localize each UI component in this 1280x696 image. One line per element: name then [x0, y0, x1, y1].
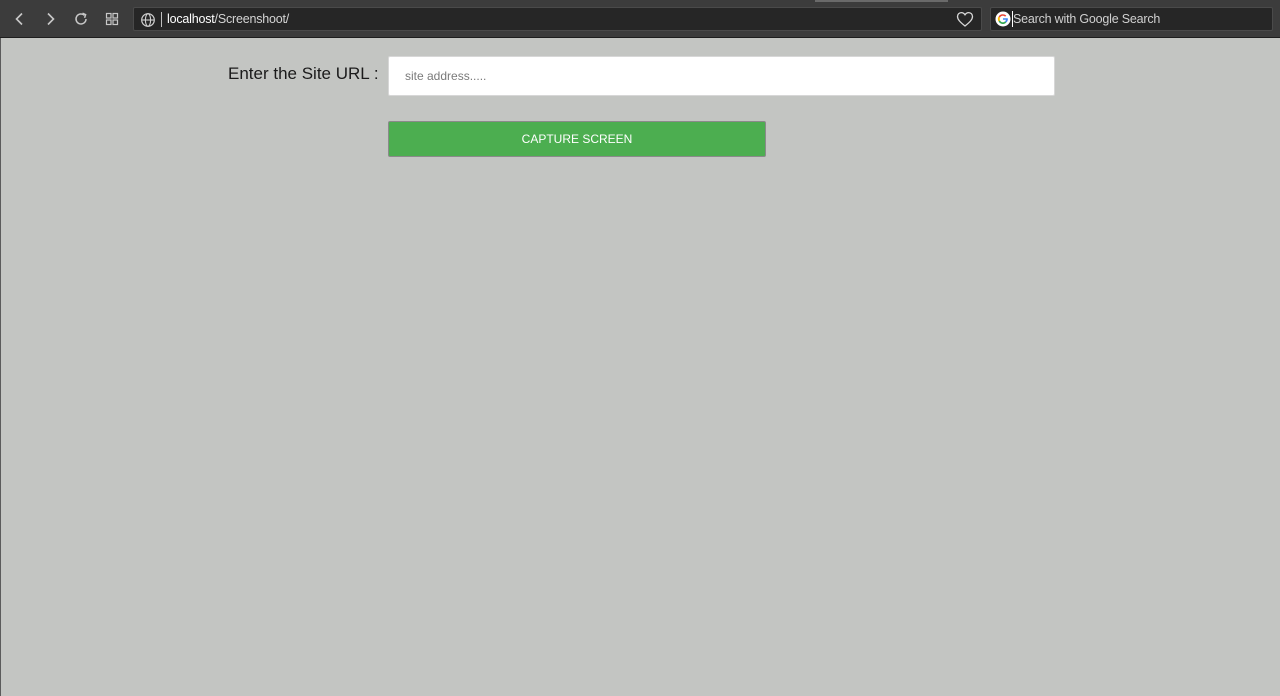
- google-icon: [995, 11, 1011, 27]
- tab-indicator: [815, 0, 948, 2]
- reload-icon: [75, 12, 87, 25]
- back-button[interactable]: [9, 8, 31, 30]
- reload-button[interactable]: [70, 8, 92, 30]
- forward-icon: [47, 12, 55, 26]
- speed-dial-icon: [105, 12, 119, 26]
- search-bar[interactable]: Search with Google Search: [990, 7, 1273, 31]
- address-separator: [161, 12, 162, 27]
- speed-dial-button[interactable]: [101, 8, 123, 30]
- address-path: /Screenshoot/: [214, 12, 290, 26]
- browser-toolbar: localhost/Screenshoot/ Search with Googl…: [0, 0, 1280, 38]
- site-url-label: Enter the Site URL :: [228, 64, 379, 83]
- address-host: localhost: [167, 12, 215, 26]
- globe-icon: [141, 13, 155, 27]
- site-url-input[interactable]: [388, 56, 1055, 96]
- capture-screen-button[interactable]: CAPTURE SCREEN: [388, 121, 766, 157]
- address-text[interactable]: localhost/Screenshoot/: [167, 11, 289, 28]
- search-placeholder[interactable]: Search with Google Search: [1013, 11, 1160, 28]
- forward-button[interactable]: [39, 8, 61, 30]
- back-icon: [15, 12, 23, 26]
- heart-icon[interactable]: [956, 11, 974, 28]
- address-bar[interactable]: localhost/Screenshoot/: [133, 7, 982, 31]
- page-content: Enter the Site URL : CAPTURE SCREEN: [0, 38, 1280, 696]
